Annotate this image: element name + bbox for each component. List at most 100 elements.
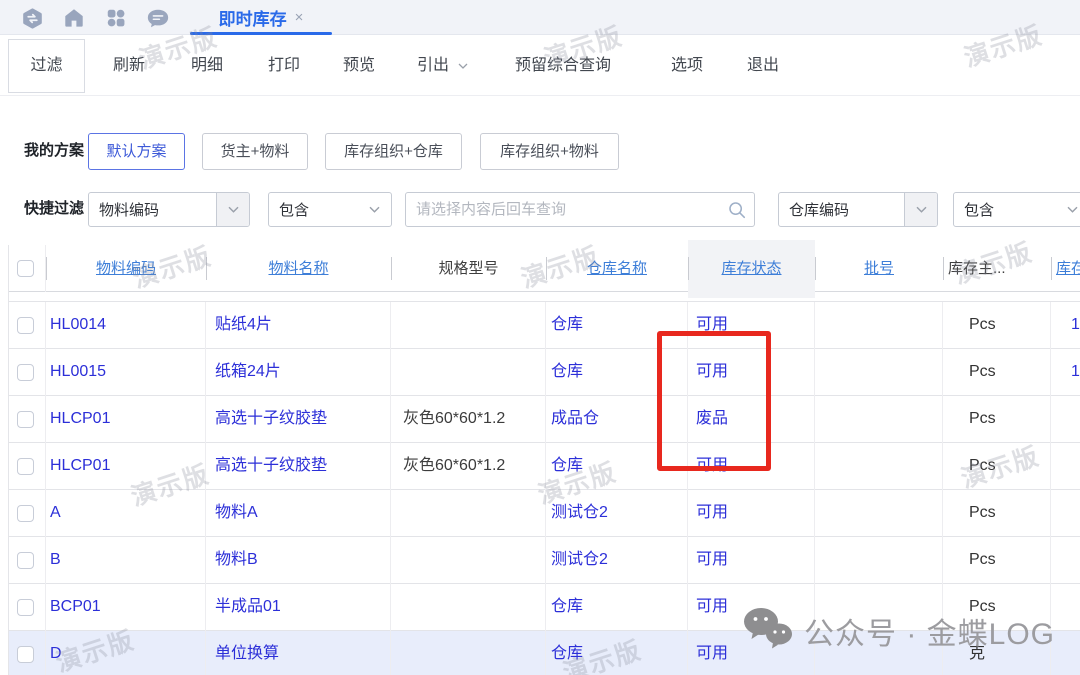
cell-warehouse-name[interactable]: 成品仓: [546, 396, 688, 443]
cell-warehouse-name[interactable]: 仓库: [546, 349, 688, 396]
column-header-inventory-status[interactable]: 库存状态: [688, 245, 815, 292]
row-checkbox[interactable]: [17, 646, 34, 663]
column-header-label: 规格型号: [438, 260, 498, 277]
apps-grid-icon[interactable]: [104, 6, 128, 30]
table-row[interactable]: HLCP01高选十子纹胶垫灰色60*60*1.2成品仓废品Pcs: [9, 396, 1080, 443]
cell-material-name[interactable]: 高选十子纹胶垫: [206, 396, 391, 443]
chevron-down-icon[interactable]: [904, 193, 937, 226]
column-header-material-code[interactable]: 物料编码: [46, 245, 206, 292]
cell-material-code[interactable]: HLCP01: [46, 396, 206, 443]
cell-warehouse-name[interactable]: 仓库: [546, 584, 688, 631]
cell-material-code[interactable]: HL0014: [46, 302, 206, 349]
app-nav-icons: [20, 6, 170, 30]
cell-inventory-status[interactable]: 可用: [688, 537, 815, 584]
operator-select-contains-1[interactable]: 包含: [268, 192, 392, 227]
menu-item-label: 刷新: [113, 57, 145, 74]
menu-item-options[interactable]: 选项: [661, 35, 713, 96]
cell-warehouse-name[interactable]: 仓库: [546, 443, 688, 490]
column-header-spec-model[interactable]: 规格型号: [391, 245, 546, 292]
cell-material-name[interactable]: 高选十子纹胶垫: [206, 443, 391, 490]
row-checkbox[interactable]: [17, 364, 34, 381]
quick-filter-label: 快捷过滤: [24, 190, 84, 228]
table-row[interactable]: HL0014贴纸4片仓库可用Pcs1: [9, 302, 1080, 349]
operator-select-contains-2[interactable]: 包含: [953, 192, 1080, 227]
chevron-down-icon[interactable]: [358, 193, 391, 226]
scheme-button-owner-material[interactable]: 货主+物料: [202, 133, 308, 170]
cell-inventory-status[interactable]: 可用: [688, 490, 815, 537]
cell-inventory-status[interactable]: 废品: [688, 396, 815, 443]
field-select-material-code[interactable]: 物料编码: [88, 192, 250, 227]
cell-inventory-status[interactable]: 可用: [688, 584, 815, 631]
cell-material-code[interactable]: A: [46, 490, 206, 537]
field-select-warehouse-code[interactable]: 仓库编码: [778, 192, 938, 227]
menu-item-preview[interactable]: 预览: [333, 35, 385, 96]
cell-material-code[interactable]: D: [46, 631, 206, 675]
table-row[interactable]: HLCP01高选十子纹胶垫灰色60*60*1.2仓库可用Pcs: [9, 443, 1080, 490]
cell-lot-no: [815, 631, 943, 675]
cell-spec-model: [391, 349, 546, 396]
scheme-button-org-material[interactable]: 库存组织+物料: [480, 133, 619, 170]
quick-search-input[interactable]: [406, 201, 720, 218]
scheme-button-org-warehouse[interactable]: 库存组织+仓库: [325, 133, 462, 170]
column-header-inventory-qty[interactable]: 库存: [1051, 245, 1080, 292]
sync-icon[interactable]: [20, 6, 44, 30]
cell-inventory-status[interactable]: 可用: [688, 443, 815, 490]
field-select-value: 物料编码: [89, 199, 216, 220]
cell-material-name[interactable]: 半成品01: [206, 584, 391, 631]
table-row[interactable]: HL0015纸箱24片仓库可用Pcs1: [9, 349, 1080, 396]
column-header-warehouse-name[interactable]: 仓库名称: [546, 245, 688, 292]
cell-inventory-qty[interactable]: 1: [1051, 302, 1080, 349]
cell-material-code[interactable]: BCP01: [46, 584, 206, 631]
menu-item-reserve-query[interactable]: 预留综合查询: [500, 35, 626, 96]
cell-material-name[interactable]: 纸箱24片: [206, 349, 391, 396]
search-icon[interactable]: [720, 200, 754, 220]
cell-material-name[interactable]: 贴纸4片: [206, 302, 391, 349]
table-row[interactable]: A物料A测试仓2可用Pcs: [9, 490, 1080, 537]
message-icon[interactable]: [146, 6, 170, 30]
cell-spec-model: [391, 302, 546, 349]
menu-item-filter[interactable]: 过滤: [8, 39, 85, 93]
cell-warehouse-name[interactable]: 仓库: [546, 302, 688, 349]
row-checkbox[interactable]: [17, 505, 34, 522]
table-row[interactable]: B物料B测试仓2可用Pcs: [9, 537, 1080, 584]
cell-material-code[interactable]: HL0015: [46, 349, 206, 396]
chevron-down-icon[interactable]: [1056, 193, 1080, 226]
quick-search-box: [405, 192, 755, 227]
cell-material-code[interactable]: HLCP01: [46, 443, 206, 490]
cell-warehouse-name[interactable]: 仓库: [546, 631, 688, 675]
cell-warehouse-name[interactable]: 测试仓2: [546, 537, 688, 584]
menu-item-export[interactable]: 引出: [407, 35, 479, 96]
row-checkbox[interactable]: [17, 599, 34, 616]
cell-inventory-status[interactable]: 可用: [688, 349, 815, 396]
row-checkbox[interactable]: [17, 411, 34, 428]
cell-lot-no: [815, 537, 943, 584]
cell-inventory-status[interactable]: 可用: [688, 631, 815, 675]
cell-inventory-qty[interactable]: 1: [1051, 349, 1080, 396]
select-all-checkbox[interactable]: [17, 260, 34, 277]
row-checkbox[interactable]: [17, 552, 34, 569]
table-row[interactable]: BCP01半成品01仓库可用Pcs: [9, 584, 1080, 631]
cell-inventory-status[interactable]: 可用: [688, 302, 815, 349]
menu-item-print[interactable]: 打印: [258, 35, 310, 96]
column-header-lot-no[interactable]: 批号: [815, 245, 943, 292]
table-row[interactable]: D单位换算仓库可用克: [9, 631, 1080, 675]
cell-warehouse-name[interactable]: 测试仓2: [546, 490, 688, 537]
cell-material-code[interactable]: B: [46, 537, 206, 584]
cell-material-name[interactable]: 单位换算: [206, 631, 391, 675]
cell-inventory-qty: [1051, 490, 1080, 537]
cell-lot-no: [815, 396, 943, 443]
cell-material-name[interactable]: 物料B: [206, 537, 391, 584]
chevron-down-icon[interactable]: [216, 193, 249, 226]
home-icon[interactable]: [62, 6, 86, 30]
column-header-inventory-unit[interactable]: 库存主...: [943, 245, 1051, 292]
scheme-button-default-scheme[interactable]: 默认方案: [88, 133, 185, 170]
menu-item-refresh[interactable]: 刷新: [103, 35, 155, 96]
cell-material-name[interactable]: 物料A: [206, 490, 391, 537]
tab-close-icon[interactable]: ×: [295, 9, 304, 26]
row-checkbox[interactable]: [17, 458, 34, 475]
menu-item-detail[interactable]: 明细: [181, 35, 233, 96]
menu-item-exit[interactable]: 退出: [737, 35, 789, 96]
column-header-material-name[interactable]: 物料名称: [206, 245, 391, 292]
tab-instant-inventory[interactable]: 即时库存 ×: [190, 0, 332, 35]
row-checkbox[interactable]: [17, 317, 34, 334]
